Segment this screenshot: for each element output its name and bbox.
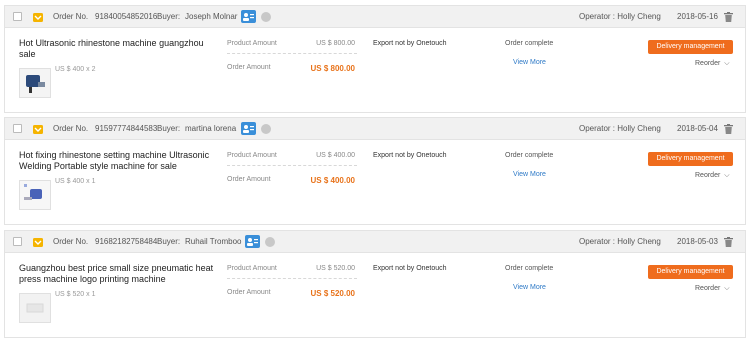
product-title[interactable]: Hot fixing rhinestone setting machine Ul… [19,150,219,172]
online-status-icon [261,124,271,134]
export-method: Export not by Onetouch [373,265,447,272]
delivery-management-button[interactable]: Delivery management [648,40,733,54]
product-title[interactable]: Hot Ultrasonic rhinestone machine guangz… [19,38,219,60]
view-more-link[interactable]: View More [513,59,546,66]
buyer-name: Joseph Molnar [185,12,238,21]
order-body: Hot fixing rhinestone setting machine Ul… [5,140,745,224]
operator-text: Operator : Holly Cheng [579,237,661,246]
order-number[interactable]: 91682182758484 [95,231,157,253]
chevron-down-icon: ⌵ [724,285,730,292]
reorder-dropdown[interactable]: Reorder ⌵ [695,60,730,68]
order-body: Guangzhou best price small size pneumati… [5,253,745,337]
order-card: Order No. 91597774844583 Buyer: martina … [4,117,746,225]
product-amount-value: US $ 400.00 [316,152,355,159]
amount-divider [227,165,357,166]
order-number[interactable]: 91597774844583 [95,118,157,140]
buyer-name: martina lorena [185,124,237,133]
order-header: Order No. 91840054852016 Buyer: Joseph M… [5,6,745,28]
buyer-name: Ruhail Tromboo [185,237,242,246]
order-status: Order complete [505,40,554,47]
trash-icon[interactable] [724,237,733,247]
export-method: Export not by Onetouch [373,40,447,47]
reorder-label: Reorder [695,60,721,67]
chevron-down-icon: ⌵ [724,60,730,67]
order-card: Order No. 91682182758484 Buyer: Ruhail T… [4,230,746,338]
amount-divider [227,53,357,54]
product-thumbnail[interactable] [19,180,51,210]
order-select-checkbox[interactable] [13,237,22,246]
unit-price-qty: US $ 400 x 1 [55,178,96,185]
reorder-label: Reorder [695,285,721,292]
trash-icon[interactable] [724,124,733,134]
product-title[interactable]: Guangzhou best price small size pneumati… [19,263,219,285]
view-more-link[interactable]: View More [513,171,546,178]
buyer-label: Buyer: [157,12,181,21]
reorder-dropdown[interactable]: Reorder ⌵ [695,172,730,180]
shop-icon [32,123,44,135]
online-status-icon [261,12,271,22]
order-amount-value: US $ 520.00 [310,289,355,298]
order-status: Order complete [505,265,554,272]
product-amount-label: Product Amount [227,40,277,47]
buyer-label: Buyer: [157,237,181,246]
contact-card-icon[interactable] [245,235,260,248]
order-header: Order No. 91682182758484 Buyer: Ruhail T… [5,231,745,253]
order-amount-label: Order Amount [227,64,271,71]
trash-icon[interactable] [724,12,733,22]
unit-price-qty: US $ 520 x 1 [55,291,96,298]
export-method: Export not by Onetouch [373,152,447,159]
unit-price-qty: US $ 400 x 2 [55,66,96,73]
operator-text: Operator : Holly Cheng [579,124,661,133]
order-date: 2018-05-03 [677,237,718,246]
buyer-label: Buyer: [157,124,181,133]
order-body: Hot Ultrasonic rhinestone machine guangz… [5,28,745,112]
order-number-label: Order No. [53,12,89,21]
order-amount-value: US $ 400.00 [310,176,355,185]
order-amount-label: Order Amount [227,289,271,296]
product-amount-label: Product Amount [227,152,277,159]
product-thumbnail[interactable] [19,68,51,98]
order-select-checkbox[interactable] [13,124,22,133]
operator-text: Operator : Holly Cheng [579,12,661,21]
delivery-management-button[interactable]: Delivery management [648,265,733,279]
online-status-icon [265,237,275,247]
order-select-checkbox[interactable] [13,12,22,21]
reorder-label: Reorder [695,172,721,179]
contact-card-icon[interactable] [241,10,256,23]
order-number[interactable]: 91840054852016 [95,6,157,28]
shop-icon [32,11,44,23]
product-amount-value: US $ 800.00 [316,40,355,47]
reorder-dropdown[interactable]: Reorder ⌵ [695,285,730,293]
delivery-management-button[interactable]: Delivery management [648,152,733,166]
product-thumbnail[interactable] [19,293,51,323]
product-amount-label: Product Amount [227,265,277,272]
view-more-link[interactable]: View More [513,284,546,291]
order-number-label: Order No. [53,124,89,133]
order-number-label: Order No. [53,237,89,246]
order-card: Order No. 91840054852016 Buyer: Joseph M… [4,5,746,113]
contact-card-icon[interactable] [241,122,256,135]
order-header: Order No. 91597774844583 Buyer: martina … [5,118,745,140]
product-amount-value: US $ 520.00 [316,265,355,272]
order-amount-value: US $ 800.00 [310,64,355,73]
order-amount-label: Order Amount [227,176,271,183]
order-date: 2018-05-04 [677,124,718,133]
order-date: 2018-05-16 [677,12,718,21]
amount-divider [227,278,357,279]
shop-icon [32,236,44,248]
order-status: Order complete [505,152,554,159]
chevron-down-icon: ⌵ [724,172,730,179]
